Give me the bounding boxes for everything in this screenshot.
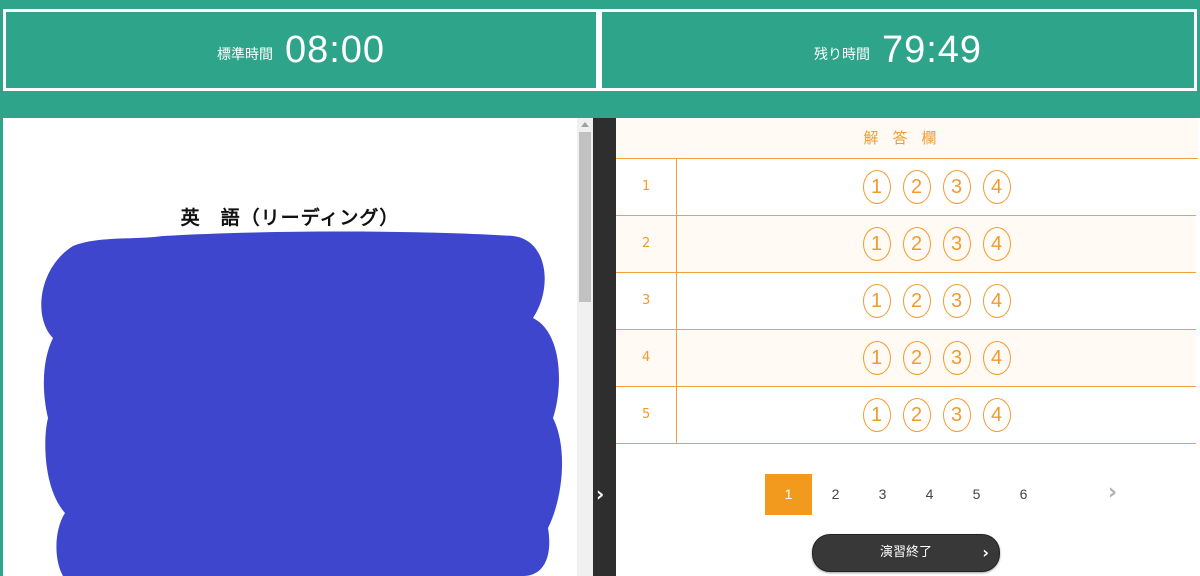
next-page-chevron-right-icon[interactable]: › xyxy=(1108,480,1117,505)
answer-row: 1 1 2 3 4 xyxy=(616,159,1196,216)
question-document-panel[interactable]: 英 語（リーディング） xyxy=(3,118,577,576)
choice-bubble[interactable]: 4 xyxy=(982,284,1011,318)
chevron-right-icon[interactable]: › xyxy=(596,482,604,506)
standard-time-value: 08:00 xyxy=(284,28,386,71)
choice-group: 1 2 3 4 xyxy=(677,330,1196,386)
choice-bubble[interactable]: 3 xyxy=(942,284,971,318)
answer-row: 4 1 2 3 4 xyxy=(616,330,1196,387)
finish-exercise-label: 演習終了 xyxy=(879,545,932,560)
chevron-right-icon: › xyxy=(982,543,989,562)
choice-group: 1 2 3 4 xyxy=(677,273,1196,329)
choice-bubble[interactable]: 4 xyxy=(982,398,1011,432)
answer-row: 5 1 2 3 4 xyxy=(616,387,1196,444)
choice-group: 1 2 3 4 xyxy=(677,387,1196,443)
remaining-time-value: 79:49 xyxy=(881,28,983,71)
page-5[interactable]: 5 xyxy=(953,474,1000,515)
answer-sheet-panel: 解答欄 1 1 2 3 4 2 1 2 3 4 3 1 2 3 4 4 1 2 … xyxy=(616,118,1200,576)
choice-bubble[interactable]: 4 xyxy=(982,227,1011,261)
timer-bar: 標準時間 08:00 残り時間 79:49 xyxy=(3,9,1197,91)
redaction-scribble xyxy=(41,231,563,576)
scroll-up-arrow-icon[interactable] xyxy=(581,122,589,127)
page-1[interactable]: 1 xyxy=(765,474,812,515)
choice-bubble[interactable]: 3 xyxy=(942,227,971,261)
choice-bubble[interactable]: 3 xyxy=(942,341,971,375)
choice-bubble[interactable]: 1 xyxy=(862,398,891,432)
answer-row: 2 1 2 3 4 xyxy=(616,216,1196,273)
question-number: 2 xyxy=(616,216,677,272)
finish-exercise-button[interactable]: 演習終了 › xyxy=(812,534,1000,572)
answer-rows: 1 1 2 3 4 2 1 2 3 4 3 1 2 3 4 4 1 2 3 4 … xyxy=(616,159,1196,444)
page-6[interactable]: 6 xyxy=(1000,474,1047,515)
answer-row: 3 1 2 3 4 xyxy=(616,273,1196,330)
panel-splitter[interactable]: › xyxy=(593,118,616,576)
question-number: 3 xyxy=(616,273,677,329)
standard-time-label: 標準時間 xyxy=(216,47,273,63)
page-3[interactable]: 3 xyxy=(859,474,906,515)
choice-group: 1 2 3 4 xyxy=(677,216,1196,272)
standard-time-box: 標準時間 08:00 xyxy=(3,9,599,91)
choice-bubble[interactable]: 4 xyxy=(982,170,1011,204)
page-2[interactable]: 2 xyxy=(812,474,859,515)
question-number: 4 xyxy=(616,330,677,386)
scroll-thumb[interactable] xyxy=(579,132,591,302)
choice-bubble[interactable]: 3 xyxy=(942,398,971,432)
choice-bubble[interactable]: 4 xyxy=(982,341,1011,375)
answer-sheet-header: 解答欄 xyxy=(616,118,1198,159)
page-4[interactable]: 4 xyxy=(906,474,953,515)
choice-bubble[interactable]: 1 xyxy=(862,284,891,318)
choice-bubble[interactable]: 2 xyxy=(902,398,931,432)
question-number: 1 xyxy=(616,159,677,215)
choice-bubble[interactable]: 2 xyxy=(902,170,931,204)
choice-group: 1 2 3 4 xyxy=(677,159,1196,215)
choice-bubble[interactable]: 3 xyxy=(942,170,971,204)
choice-bubble[interactable]: 2 xyxy=(902,227,931,261)
choice-bubble[interactable]: 2 xyxy=(902,284,931,318)
document-scrollbar[interactable] xyxy=(577,118,593,576)
choice-bubble[interactable]: 1 xyxy=(862,227,891,261)
choice-bubble[interactable]: 1 xyxy=(862,341,891,375)
choice-bubble[interactable]: 1 xyxy=(862,170,891,204)
pagination: 1 2 3 4 5 6 xyxy=(765,474,1047,515)
redaction-shape xyxy=(41,231,563,576)
choice-bubble[interactable]: 2 xyxy=(902,341,931,375)
question-number: 5 xyxy=(616,387,677,443)
remaining-time-box: 残り時間 79:49 xyxy=(599,9,1197,91)
remaining-time-label: 残り時間 xyxy=(813,47,870,63)
